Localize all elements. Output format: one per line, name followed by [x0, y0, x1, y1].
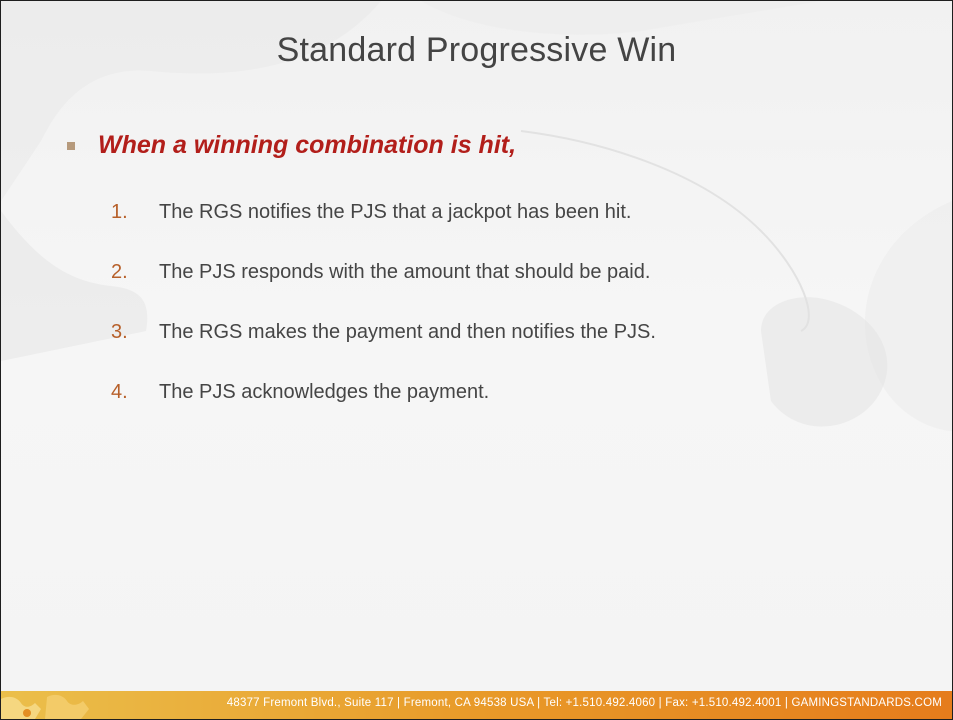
list-item: 3. The RGS makes the payment and then not…: [111, 321, 656, 351]
step-list: 1. The RGS notifies the PJS that a jackpo…: [111, 201, 656, 441]
step-number: 2.: [111, 261, 128, 283]
slide: Standard Progressive Win When a winning …: [0, 0, 953, 720]
square-bullet-icon: [67, 142, 75, 150]
step-text: The PJS acknowledges the payment.: [159, 381, 490, 403]
lead-statement: When a winning combination is hit,: [98, 131, 517, 159]
step-number: 3.: [111, 321, 128, 343]
list-item: 1. The RGS notifies the PJS that a jackpo…: [111, 201, 656, 231]
puzzle-logo-icon: [1, 694, 89, 719]
list-item: 4. The PJS acknowledges the payment.: [111, 381, 656, 411]
footer-contact-info: 48377 Fremont Blvd., Suite 117 | Fremont…: [226, 697, 942, 709]
footer-bar: 48377 Fremont Blvd., Suite 117 | Fremont…: [1, 691, 952, 719]
step-text: The PJS responds with the amount that sh…: [159, 261, 651, 283]
step-number: 4.: [111, 381, 128, 403]
list-item: 2. The PJS responds with the amount that …: [111, 261, 656, 291]
step-text: The RGS notifies the PJS that a jackpot …: [159, 201, 632, 223]
step-text: The RGS makes the payment and then notif…: [159, 321, 656, 343]
slide-title: Standard Progressive Win: [276, 31, 677, 69]
step-number: 1.: [111, 201, 128, 223]
